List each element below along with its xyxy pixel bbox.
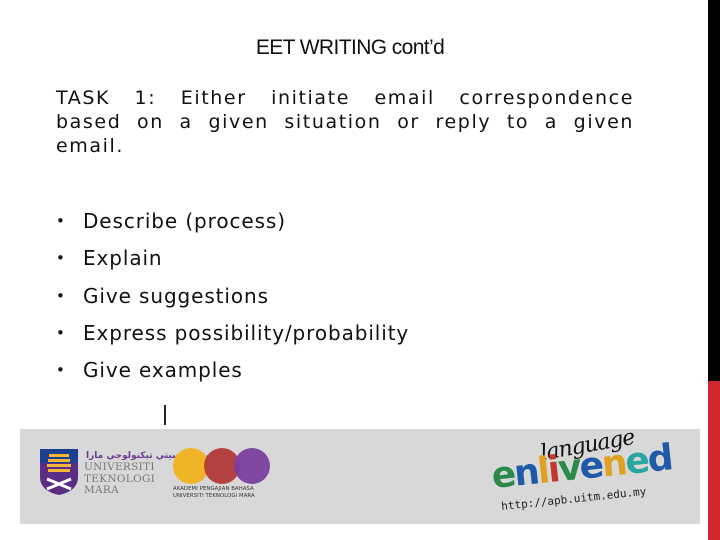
uitm-name: UNIVERSITI TEKNOLOGI MARA [84,461,155,497]
bullet-text: Describe (process) [83,209,286,233]
uitm-name-line: MARA [84,484,120,496]
apb-circle [173,448,209,484]
bullet-item: • Describe (process) [56,203,409,240]
enlivened-letter: d [645,437,674,481]
bullet-text: Explain [83,246,163,271]
bullet-icon: • [56,361,66,380]
bullet-text: Give suggestions [83,283,269,308]
bullet-text: Express possibility/probability [83,320,410,345]
uitm-crest-icon [40,449,78,495]
bullet-item: • Give examples [56,352,409,389]
apb-text-line: AKADEMI PENGAJIAN BAHASA [173,486,254,492]
bullet-item: • Give suggestions [56,278,409,315]
bullet-icon: • [56,323,66,342]
side-accent-strip-red [708,381,720,540]
bullet-text: Give examples [83,358,243,383]
task-description: TASK 1: Either initiate email correspond… [56,87,634,157]
bullet-icon: • [56,286,66,305]
bullet-icon: • [56,212,66,230]
divider-line [164,405,166,425]
bullet-item: • Explain [56,240,409,277]
apb-text: AKADEMI PENGAJIAN BAHASA UNIVERSITI TEKN… [173,486,255,500]
bullet-icon: • [56,249,66,268]
apb-text-line: UNIVERSITI TEKNOLOGI MARA [173,493,255,499]
apb-logo-icon [173,448,270,484]
bullet-list: • Describe (process) • Explain • Give sugge… [56,203,409,389]
slide-title: EET WRITING cont’d [255,36,445,59]
apb-circle [234,448,270,484]
bullet-item: • Express possibility/probability [56,315,409,352]
uitm-name-line: UNIVERSITI [84,461,155,473]
side-accent-strip-dark [708,0,720,381]
